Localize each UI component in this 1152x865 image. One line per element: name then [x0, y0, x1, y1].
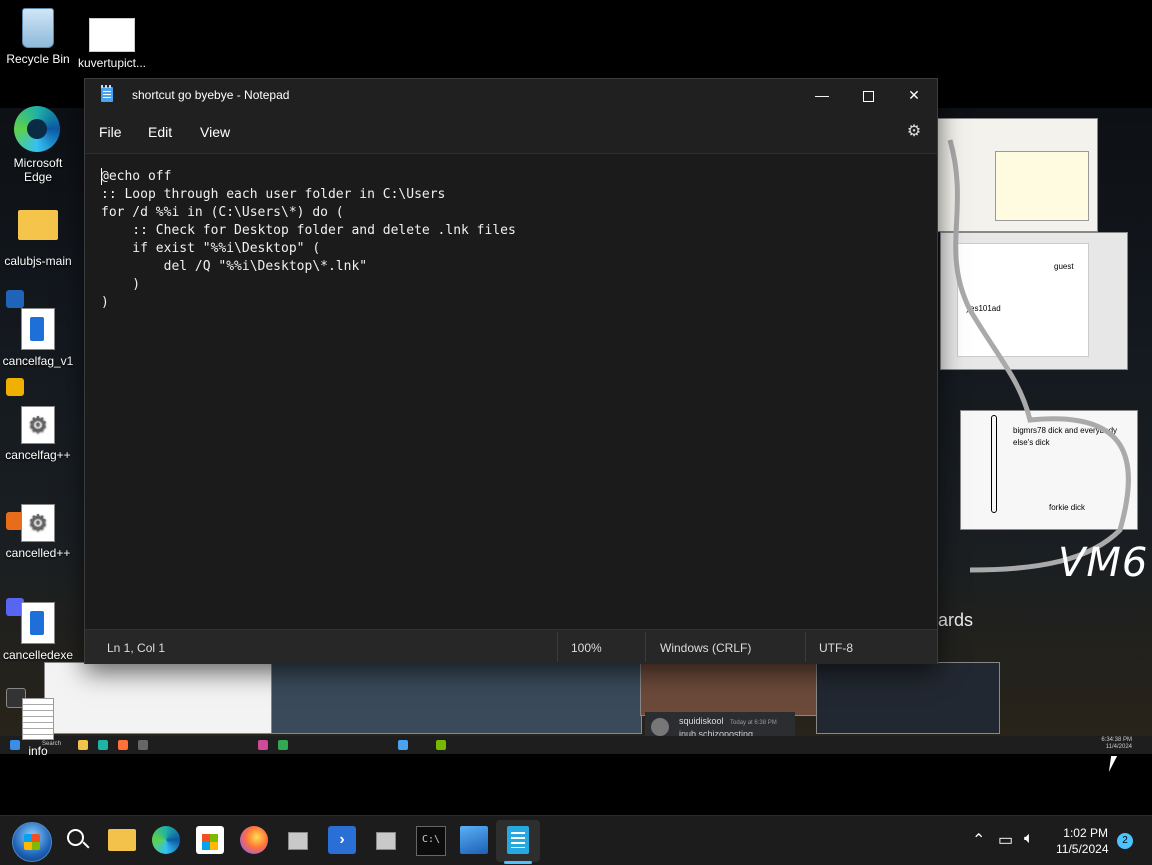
vm-icon[interactable]	[372, 826, 400, 854]
menu-file[interactable]: File	[99, 124, 122, 140]
microsoft-store-icon[interactable]	[196, 826, 224, 854]
desktop-icon-info[interactable]: info	[0, 698, 76, 758]
app-icon	[258, 740, 268, 750]
clock-date: 11/5/2024	[1056, 842, 1109, 856]
clock-time: 1:02 PM	[1063, 826, 1108, 840]
remote-time: 6:34:38 PM	[1101, 737, 1132, 743]
vm-icon[interactable]	[284, 826, 312, 854]
desktop-icon-label: calubjs-main	[4, 254, 72, 268]
desktop-icon-edge[interactable]: Microsoft Edge	[0, 156, 76, 184]
search-icon[interactable]	[64, 826, 92, 854]
photos-icon[interactable]	[460, 826, 488, 854]
wallpaper-image-shoes	[44, 662, 272, 734]
folder-icon	[78, 740, 88, 750]
powershell-icon[interactable]: ›	[328, 826, 356, 854]
desktop-icon-label: cancelledexe	[2, 648, 74, 662]
terminal-icon[interactable]: C:\	[416, 826, 446, 856]
taskbar-clock[interactable]: 1:02 PM 11/5/2024	[1056, 825, 1109, 857]
taskbar: › C:\ ⌃ ▭ 🔈︎ 1:02 PM 11/5/2024 2	[0, 815, 1152, 865]
remote-taskbar: Search 6:34:38 PM 11/4/2024	[0, 736, 1152, 754]
text-file-icon	[22, 698, 54, 740]
desktop-icon-recycle-bin[interactable]: Recycle Bin	[0, 8, 76, 66]
remote-date: 11/4/2024	[1105, 744, 1132, 750]
discord-username: squidiskool	[679, 716, 724, 726]
desktop-icon-cancelledexe[interactable]: cancelledexe	[0, 602, 76, 662]
wallpaper-image-strip	[270, 662, 642, 734]
line-ending: Windows (CRLF)	[660, 641, 752, 655]
edge-icon	[98, 740, 108, 750]
network-icon[interactable]: ▭	[998, 830, 1013, 850]
status-divider	[645, 632, 646, 662]
desktop-icon-label: cancelfag++	[5, 448, 71, 462]
discord-time: Today at 6:38 PM	[730, 720, 777, 726]
menu-bar: File Edit View	[85, 111, 937, 153]
desktop-icon-label: cancelled++	[5, 546, 71, 560]
image-file-icon	[89, 18, 135, 52]
desktop-icon-cancelfag-v1[interactable]: cancelfag_v1	[0, 308, 76, 368]
encoding: UTF-8	[819, 641, 853, 655]
remote-clock: 6:34:38 PM 11/4/2024	[1101, 737, 1132, 751]
desktop-icon-calubjs-main[interactable]: calubjs-main	[0, 254, 76, 268]
chevron-up-icon[interactable]: ⌃	[972, 830, 985, 850]
desktop-icon-label: cancelfag_v1	[2, 354, 74, 368]
firefox-icon	[118, 740, 128, 750]
document-icon	[21, 308, 55, 350]
wallpaper-image-car	[640, 662, 818, 716]
desktop-icon-cancelled-plusplus[interactable]: ⚙ cancelled++	[0, 504, 76, 560]
recycle-bin-icon	[22, 8, 54, 48]
firefox-icon[interactable]	[240, 826, 268, 854]
desktop-icon-label: Microsoft Edge	[13, 156, 63, 184]
app-icon	[278, 740, 288, 750]
notepad-icon	[101, 85, 113, 102]
steam-icon	[138, 740, 148, 750]
menu-edit[interactable]: Edit	[148, 124, 172, 140]
notepad-icon[interactable]	[507, 826, 529, 854]
app-icon	[398, 740, 408, 750]
volume-icon[interactable]: 🔈︎	[1024, 830, 1034, 848]
status-divider	[557, 632, 558, 662]
window-title: shortcut go byebye - Notepad	[132, 88, 290, 102]
zoom-level: 100%	[571, 641, 602, 655]
virtualbox-icon[interactable]	[6, 290, 24, 308]
status-divider	[805, 632, 806, 662]
minimize-icon: —	[815, 87, 829, 103]
edge-icon[interactable]	[152, 826, 180, 854]
editor-content[interactable]: @echo off :: Loop through each user fold…	[101, 168, 516, 312]
discord-username-row: squidiskool Today at 6:38 PM	[679, 716, 777, 726]
desktop-icon-label: kuvertupict...	[77, 56, 147, 70]
close-icon: ✕	[908, 87, 920, 103]
maximize-button[interactable]	[845, 79, 891, 111]
folder-icon[interactable]	[18, 210, 58, 240]
nvidia-icon	[436, 740, 446, 750]
document-icon	[21, 602, 55, 644]
desktop-icon-label: info	[28, 744, 48, 758]
start-button[interactable]	[12, 822, 52, 862]
notepad-window[interactable]: shortcut go byebye - Notepad — ✕ File Ed…	[84, 78, 938, 664]
scribble-drawing	[947, 139, 1131, 573]
file-explorer-icon[interactable]	[108, 829, 136, 851]
desktop-icon-label: Recycle Bin	[6, 52, 70, 66]
edge-icon[interactable]	[14, 106, 60, 152]
gear-icon: ⚙	[21, 406, 55, 444]
maximize-icon	[862, 90, 874, 102]
vm6-handwriting: VM6	[1058, 540, 1149, 586]
desktop-icon-cancelfag-plusplus[interactable]: ⚙ cancelfag++	[0, 406, 76, 462]
cards-text: ards	[938, 610, 974, 630]
gear-icon: ⚙	[21, 504, 55, 542]
bluestacks-icon[interactable]	[6, 378, 24, 396]
status-bar: Ln 1, Col 1 100% Windows (CRLF) UTF-8	[85, 629, 937, 664]
minimize-button[interactable]: —	[799, 79, 845, 111]
cursor-position: Ln 1, Col 1	[107, 641, 166, 655]
desktop-icon-kuvertupict[interactable]: kuvertupict...	[74, 18, 150, 70]
settings-gear-icon[interactable]: ⚙	[905, 123, 923, 141]
wallpaper-image-chat	[816, 662, 1000, 734]
text-editor[interactable]: @echo off :: Loop through each user fold…	[85, 153, 937, 630]
text-caret	[101, 168, 102, 185]
avatar	[651, 718, 669, 736]
title-bar[interactable]: shortcut go byebye - Notepad — ✕	[85, 79, 937, 111]
menu-view[interactable]: View	[200, 124, 230, 140]
close-button[interactable]: ✕	[891, 79, 937, 111]
notification-badge[interactable]: 2	[1117, 833, 1133, 849]
